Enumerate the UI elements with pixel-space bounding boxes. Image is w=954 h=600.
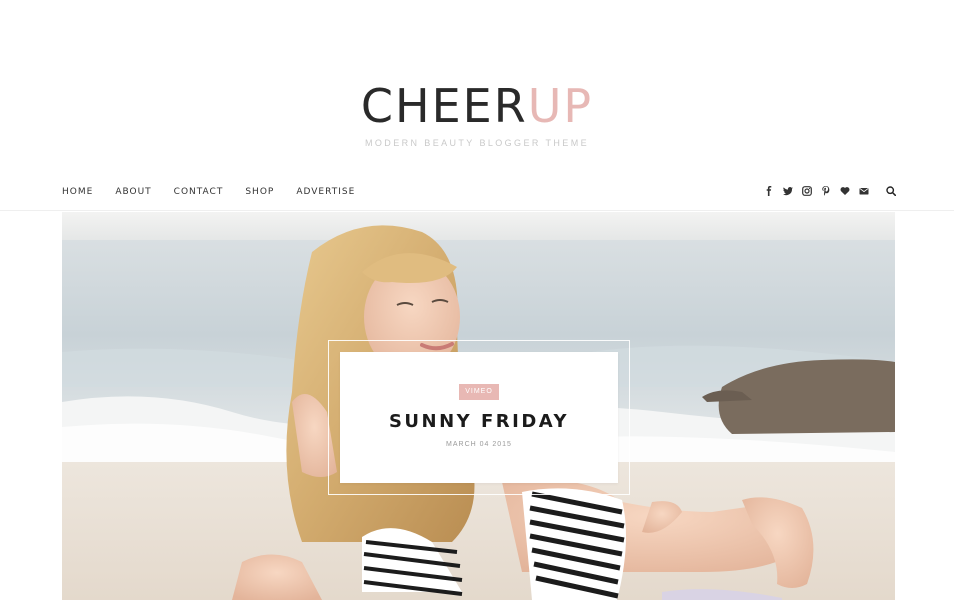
nav-item-contact[interactable]: CONTACT bbox=[174, 186, 224, 198]
post-title[interactable]: SUNNY FRIDAY bbox=[340, 411, 618, 433]
nav-item-shop[interactable]: SHOP bbox=[245, 186, 274, 198]
tagline: MODERN BEAUTY BLOGGER THEME bbox=[365, 138, 589, 148]
email-icon[interactable] bbox=[859, 184, 869, 198]
nav-item-advertise[interactable]: ADVERTISE bbox=[296, 186, 355, 198]
logo-text-dark: CHEER bbox=[360, 79, 528, 133]
post-date: MARCH 04 2015 bbox=[446, 441, 512, 448]
facebook-icon[interactable] bbox=[764, 184, 774, 198]
heart-icon[interactable] bbox=[840, 184, 850, 198]
logo[interactable]: CHEERUP MODERN BEAUTY BLOGGER THEME bbox=[0, 82, 954, 148]
twitter-icon[interactable] bbox=[783, 184, 793, 198]
featured-post-card[interactable]: VIMEO SUNNY FRIDAY MARCH 04 2015 bbox=[340, 352, 618, 483]
search-icon[interactable] bbox=[886, 184, 896, 198]
nav-menu: HOME ABOUT CONTACT SHOP ADVERTISE bbox=[62, 186, 355, 198]
nav-item-about[interactable]: ABOUT bbox=[115, 186, 151, 198]
nav-item-home[interactable]: HOME bbox=[62, 186, 93, 198]
main-navigation: HOME ABOUT CONTACT SHOP ADVERTISE bbox=[0, 178, 954, 211]
pinterest-icon[interactable] bbox=[821, 184, 831, 198]
instagram-icon[interactable] bbox=[802, 184, 812, 198]
logo-text-accent: UP bbox=[527, 79, 594, 133]
social-links bbox=[764, 184, 896, 198]
category-badge[interactable]: VIMEO bbox=[459, 384, 499, 400]
